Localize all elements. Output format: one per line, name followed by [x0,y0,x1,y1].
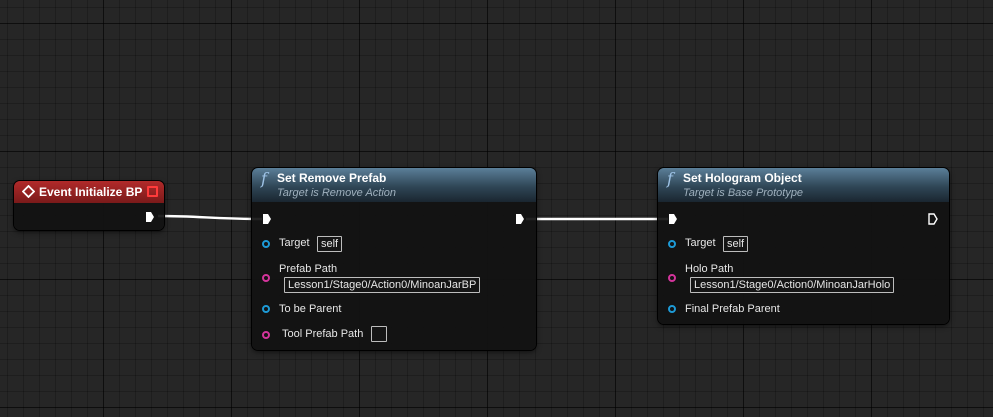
prefab-path-pin-label: Prefab Path [279,263,338,275]
event-node-header[interactable]: Event Initialize BP [14,181,164,203]
tool-prefab-path-pin-icon[interactable] [262,331,270,339]
target-pin-label: Target [279,237,310,249]
tool-prefab-path-pin-label: Tool Prefab Path [282,328,364,340]
set-hologram-object-subtitle: Target is Base Prototype [683,187,804,199]
target-value-field[interactable]: self [723,236,749,252]
event-initialize-bp-node[interactable]: Event Initialize BP [14,181,164,230]
target-pin-icon[interactable] [668,240,676,248]
holo-path-pin-icon[interactable] [668,274,676,282]
set-hologram-object-node[interactable]: f Set Hologram Object Target is Base Pro… [658,168,949,324]
set-remove-prefab-node[interactable]: f Set Remove Prefab Target is Remove Act… [252,168,536,350]
event-node-title: Event Initialize BP [39,185,143,199]
target-pin-label: Target [685,237,716,249]
set-hologram-object-title: Set Hologram Object [683,171,802,185]
holo-path-field[interactable]: Lesson1/Stage0/Action0/MinoanJarHolo [690,277,895,293]
delegate-pin-icon[interactable] [147,186,158,197]
to-be-parent-pin-label: To be Parent [279,303,342,315]
final-prefab-parent-pin-icon[interactable] [668,305,676,313]
set-remove-prefab-title: Set Remove Prefab [277,171,387,185]
function-icon: f [667,169,673,188]
to-be-parent-pin-icon[interactable] [262,305,270,313]
exec-wire-event-to-remove[interactable] [157,214,263,221]
event-diamond-icon [22,185,35,198]
prefab-path-field[interactable]: Lesson1/Stage0/Action0/MinoanJarBP [284,277,481,293]
function-icon: f [261,169,267,188]
exec-out-pin[interactable] [515,213,525,225]
set-remove-prefab-subtitle: Target is Remove Action [277,187,397,199]
exec-in-pin[interactable] [668,213,678,225]
prefab-path-pin-icon[interactable] [262,274,270,282]
exec-out-pin[interactable] [928,213,938,225]
target-value-field[interactable]: self [317,236,343,252]
exec-in-pin[interactable] [262,213,272,225]
set-hologram-object-header[interactable]: f Set Hologram Object Target is Base Pro… [658,168,949,202]
holo-path-pin-label: Holo Path [685,263,734,275]
exec-out-pin[interactable] [145,211,155,223]
final-prefab-parent-pin-label: Final Prefab Parent [685,303,780,315]
tool-prefab-path-field[interactable] [371,326,387,342]
target-pin-icon[interactable] [262,240,270,248]
set-remove-prefab-header[interactable]: f Set Remove Prefab Target is Remove Act… [252,168,536,202]
